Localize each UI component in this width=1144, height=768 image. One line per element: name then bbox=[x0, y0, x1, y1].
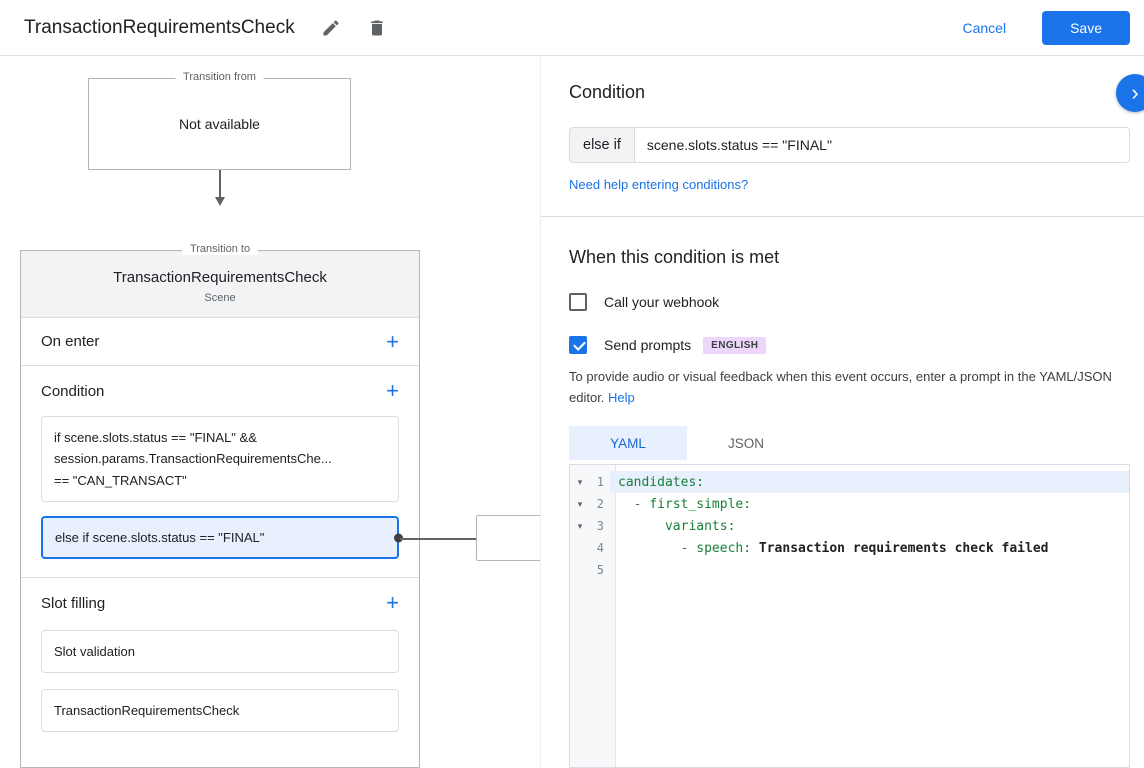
webhook-label: Call your webhook bbox=[604, 294, 719, 310]
line-number: 1 bbox=[590, 475, 610, 489]
pencil-icon bbox=[321, 18, 341, 38]
send-prompts-row: Send prompts ENGLISH bbox=[569, 336, 1130, 354]
code-line[interactable]: ▾ 3 variants: bbox=[570, 515, 1129, 537]
code-content[interactable]: variants: bbox=[610, 515, 1129, 537]
cancel-button[interactable]: Cancel bbox=[950, 12, 1018, 44]
yaml-key: speech: bbox=[696, 541, 751, 556]
flow-arrow-down bbox=[219, 170, 221, 198]
send-prompts-checkbox[interactable] bbox=[569, 336, 587, 354]
tab-yaml[interactable]: YAML bbox=[569, 426, 687, 460]
transition-from-content: Not available bbox=[89, 79, 350, 169]
code-line[interactable]: 5 bbox=[570, 559, 1129, 581]
on-enter-title: On enter bbox=[41, 333, 99, 350]
editor-tabs: YAML JSON bbox=[569, 426, 1130, 460]
code-content[interactable]: - speech: Transaction requirements check… bbox=[610, 537, 1129, 559]
code-line[interactable]: ▾ 2 - first_simple: bbox=[570, 493, 1129, 515]
language-badge: ENGLISH bbox=[703, 337, 766, 354]
condition-help-link[interactable]: Need help entering conditions? bbox=[569, 177, 748, 192]
slot-item-transaction-check[interactable]: TransactionRequirementsCheck bbox=[41, 689, 399, 732]
code-indent: - bbox=[618, 541, 696, 556]
yaml-value: Transaction requirements check failed bbox=[751, 541, 1048, 556]
line-number: 3 bbox=[590, 519, 610, 533]
code-line[interactable]: ▾ 1 candidates: bbox=[570, 471, 1129, 493]
scene-card-header: TransactionRequirementsCheck Scene bbox=[21, 251, 419, 318]
slot-filling-section: Slot filling + Slot validation Transacti… bbox=[21, 578, 419, 732]
slot-filling-title: Slot filling bbox=[41, 595, 105, 612]
yaml-key: candidates: bbox=[618, 475, 704, 490]
panel-divider bbox=[541, 216, 1144, 217]
save-button[interactable]: Save bbox=[1042, 11, 1130, 45]
panel-title: Condition bbox=[569, 82, 1130, 103]
page-body: Transition from Not available Transition… bbox=[0, 56, 1144, 768]
page-title: TransactionRequirementsCheck bbox=[24, 17, 295, 39]
condition-prefix: else if bbox=[569, 127, 634, 163]
prompts-help-link[interactable]: Help bbox=[608, 390, 635, 405]
scene-card-title: TransactionRequirementsCheck bbox=[37, 269, 403, 286]
condition-input[interactable] bbox=[634, 127, 1130, 163]
condition-section-head: Condition + bbox=[21, 366, 419, 416]
condition-item-elseif[interactable]: else if scene.slots.status == "FINAL" bbox=[41, 516, 399, 559]
code-content[interactable]: - first_simple: bbox=[610, 493, 1129, 515]
line-number: 4 bbox=[590, 541, 610, 555]
fold-arrow-icon[interactable]: ▾ bbox=[570, 477, 590, 488]
transition-from-label: Transition from bbox=[175, 71, 264, 83]
connector-line bbox=[400, 538, 478, 540]
chevron-right-icon: › bbox=[1131, 80, 1138, 106]
webhook-row: Call your webhook bbox=[569, 293, 1130, 311]
code-indent: - bbox=[618, 497, 649, 512]
code-indent bbox=[618, 519, 665, 534]
webhook-checkbox[interactable] bbox=[569, 293, 587, 311]
trash-icon bbox=[367, 18, 387, 38]
slot-filling-section-head: Slot filling + bbox=[21, 578, 419, 628]
line-number: 5 bbox=[590, 563, 610, 577]
yaml-key: first_simple: bbox=[649, 497, 751, 512]
code-content[interactable]: candidates: bbox=[610, 471, 1129, 493]
condition-editor-panel: › Condition else if Need help entering c… bbox=[540, 56, 1144, 768]
edit-button[interactable] bbox=[321, 18, 341, 38]
editor-lines: ▾ 1 candidates: ▾ 2 - first_simple: ▾ 3 … bbox=[570, 465, 1129, 581]
line-number: 2 bbox=[590, 497, 610, 511]
prompts-description: To provide audio or visual feedback when… bbox=[569, 366, 1130, 408]
condition-section: Condition + if scene.slots.status == "FI… bbox=[21, 366, 419, 578]
condition-item-if[interactable]: if scene.slots.status == "FINAL" && sess… bbox=[41, 416, 399, 502]
add-slot-filling-button[interactable]: + bbox=[386, 592, 399, 614]
condition-input-row: else if bbox=[569, 127, 1130, 163]
scene-card: Transition to TransactionRequirementsChe… bbox=[20, 250, 420, 768]
when-met-title: When this condition is met bbox=[569, 247, 1130, 268]
code-content[interactable] bbox=[610, 559, 1129, 581]
flow-canvas: Transition from Not available Transition… bbox=[0, 56, 540, 768]
code-line[interactable]: 4 - speech: Transaction requirements che… bbox=[570, 537, 1129, 559]
tab-json[interactable]: JSON bbox=[687, 426, 805, 460]
condition-section-title: Condition bbox=[41, 383, 104, 400]
scene-card-subtitle: Scene bbox=[37, 292, 403, 304]
add-condition-button[interactable]: + bbox=[386, 380, 399, 402]
fold-arrow-icon[interactable]: ▾ bbox=[570, 499, 590, 510]
slot-item-validation[interactable]: Slot validation bbox=[41, 630, 399, 673]
fold-arrow-icon[interactable]: ▾ bbox=[570, 521, 590, 532]
on-enter-row[interactable]: On enter + bbox=[21, 318, 419, 366]
yaml-key: variants: bbox=[665, 519, 735, 534]
condition-item-elseif-text: else if scene.slots.status == "FINAL" bbox=[55, 530, 264, 545]
delete-button[interactable] bbox=[367, 18, 387, 38]
transition-from-node: Transition from Not available bbox=[88, 78, 351, 170]
top-bar: TransactionRequirementsCheck Cancel Save bbox=[0, 0, 1144, 56]
transition-to-label: Transition to bbox=[182, 243, 258, 255]
collapse-panel-button[interactable]: › bbox=[1116, 74, 1144, 112]
send-prompts-label: Send prompts bbox=[604, 337, 691, 353]
add-on-enter-button[interactable]: + bbox=[386, 331, 399, 353]
prompts-description-text: To provide audio or visual feedback when… bbox=[569, 369, 1112, 405]
yaml-code-editor[interactable]: ▾ 1 candidates: ▾ 2 - first_simple: ▾ 3 … bbox=[569, 464, 1130, 768]
